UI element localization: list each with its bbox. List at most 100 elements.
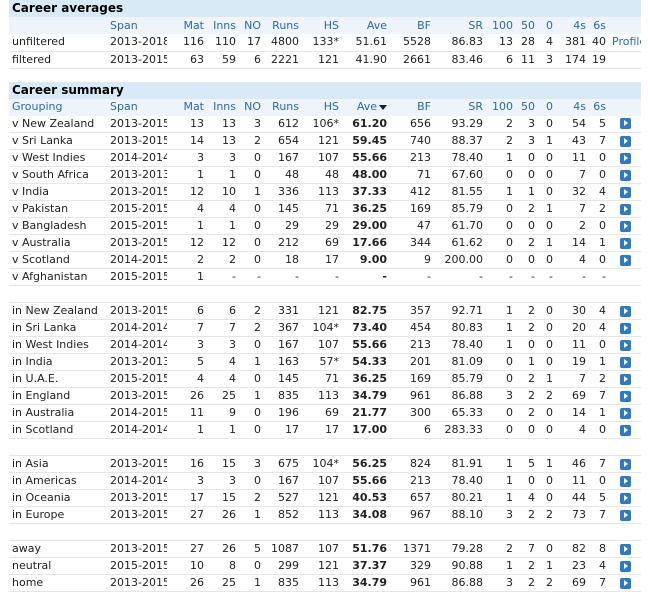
header-sr[interactable]: SR — [434, 98, 486, 116]
expand-arrow-icon[interactable] — [619, 135, 631, 147]
sixes-cell: 1 — [589, 404, 609, 422]
hundreds-cell: 1 — [486, 557, 516, 575]
header-action — [609, 17, 641, 34]
mat-cell: 12 — [167, 183, 207, 201]
group-divider-cell — [9, 523, 641, 541]
inns-cell: 15 — [207, 489, 239, 507]
runs-cell: 835 — [264, 574, 302, 592]
header-bf[interactable]: BF — [390, 98, 434, 116]
expand-arrow-icon[interactable] — [619, 118, 631, 130]
ave-cell: 37.33 — [342, 183, 390, 201]
expand-arrow-icon[interactable] — [619, 560, 631, 572]
inns-cell: 9 — [207, 404, 239, 422]
sort-desc-icon — [379, 104, 387, 110]
inns-cell: - — [207, 268, 239, 286]
fifties-cell: 2 — [516, 574, 538, 592]
hs-cell: 121 — [302, 489, 342, 507]
inns-cell: 25 — [207, 574, 239, 592]
header-sixes[interactable]: 6s — [589, 98, 609, 116]
expand-arrow-icon[interactable] — [619, 169, 631, 181]
expand-arrow-icon[interactable] — [619, 458, 631, 470]
no-cell: 3 — [239, 455, 264, 473]
fifties-cell: 2 — [516, 200, 538, 218]
sixes-cell: 1 — [589, 234, 609, 252]
no-cell: 0 — [239, 557, 264, 575]
expand-arrow-icon[interactable] — [619, 492, 631, 504]
ave-cell: 34.79 — [342, 574, 390, 592]
expand-arrow-icon[interactable] — [619, 237, 631, 249]
span-cell: 2015-2015 — [107, 268, 167, 286]
expand-arrow-icon[interactable] — [619, 203, 631, 215]
summary-row: in New Zealand 2013-2015 6 6 2 331 121 82.75 357… — [9, 302, 641, 320]
runs-cell: 527 — [264, 489, 302, 507]
no-cell: 0 — [239, 234, 264, 252]
summary-row: in Oceania 2013-2015 17 15 2 527 121 40.53 657 80… — [9, 489, 641, 507]
header-mat[interactable]: Mat — [167, 98, 207, 116]
inns-cell: 7 — [207, 319, 239, 337]
bf-cell: 454 — [390, 319, 434, 337]
summary-row: v Bangladesh 2015-2015 1 1 0 29 29 29.00 47 61.70… — [9, 217, 641, 235]
expand-arrow-icon[interactable] — [619, 339, 631, 351]
no-cell: 2 — [239, 302, 264, 320]
header-span[interactable]: Span — [107, 98, 167, 116]
expand-arrow-icon[interactable] — [619, 254, 631, 266]
hs-cell: 104* — [302, 319, 342, 337]
expand-arrow-icon[interactable] — [619, 424, 631, 436]
ducks-cell: 0 — [538, 540, 556, 558]
expand-arrow-icon[interactable] — [619, 543, 631, 555]
sr-cell: 81.91 — [434, 455, 486, 473]
expand-arrow-icon[interactable] — [619, 407, 631, 419]
header-fifties[interactable]: 50 — [516, 98, 538, 116]
hundreds-cell: 0 — [486, 200, 516, 218]
bf-cell: 201 — [390, 353, 434, 371]
sixes-cell: 0 — [589, 421, 609, 439]
header-no[interactable]: NO — [239, 98, 264, 116]
action-cell — [609, 455, 641, 473]
header-grouping: Grouping — [9, 98, 107, 116]
expand-arrow-icon[interactable] — [619, 509, 631, 521]
expand-arrow-icon[interactable] — [619, 356, 631, 368]
fours-cell: - — [556, 268, 589, 286]
fours-cell: 46 — [556, 455, 589, 473]
expand-arrow-icon[interactable] — [619, 390, 631, 402]
header-hs[interactable]: HS — [302, 98, 342, 116]
header-fours[interactable]: 4s — [556, 98, 589, 116]
hundreds-cell: 3 — [486, 387, 516, 405]
action-cell — [609, 370, 641, 388]
expand-arrow-icon[interactable] — [619, 322, 631, 334]
bf-cell: 300 — [390, 404, 434, 422]
group-divider — [9, 285, 641, 303]
grouping-cell: v New Zealand — [9, 115, 107, 133]
ducks-cell: 3 — [538, 51, 556, 69]
bf-cell: 9 — [390, 251, 434, 269]
action-cell — [609, 506, 641, 524]
fours-cell: 381 — [556, 34, 589, 52]
fours-cell: 7 — [556, 166, 589, 184]
sr-cell: 86.88 — [434, 574, 486, 592]
header-sixes: 6s — [589, 17, 609, 34]
expand-arrow-icon[interactable] — [619, 305, 631, 317]
expand-arrow-icon[interactable] — [619, 152, 631, 164]
no-cell: 5 — [239, 540, 264, 558]
hs-cell: 107 — [302, 336, 342, 354]
header-ducks[interactable]: 0 — [538, 98, 556, 116]
fours-cell: 23 — [556, 557, 589, 575]
header-ave[interactable]: Ave — [342, 98, 390, 116]
span-cell: 2013-2015 — [107, 506, 167, 524]
sixes-cell: 0 — [589, 149, 609, 167]
no-cell: 2 — [239, 319, 264, 337]
expand-arrow-icon[interactable] — [619, 186, 631, 198]
sr-cell: 83.46 — [434, 51, 486, 69]
header-inns[interactable]: Inns — [207, 98, 239, 116]
header-runs[interactable]: Runs — [264, 98, 302, 116]
expand-arrow-icon[interactable] — [619, 373, 631, 385]
grouping-cell: filtered — [9, 51, 107, 69]
profile-link[interactable]: Profile — [612, 35, 641, 48]
expand-arrow-icon[interactable] — [619, 475, 631, 487]
header-hundreds[interactable]: 100 — [486, 98, 516, 116]
expand-arrow-icon[interactable] — [619, 577, 631, 589]
inns-cell: 1 — [207, 166, 239, 184]
mat-cell: 12 — [167, 234, 207, 252]
expand-arrow-icon[interactable] — [619, 220, 631, 232]
hs-cell: 113 — [302, 387, 342, 405]
